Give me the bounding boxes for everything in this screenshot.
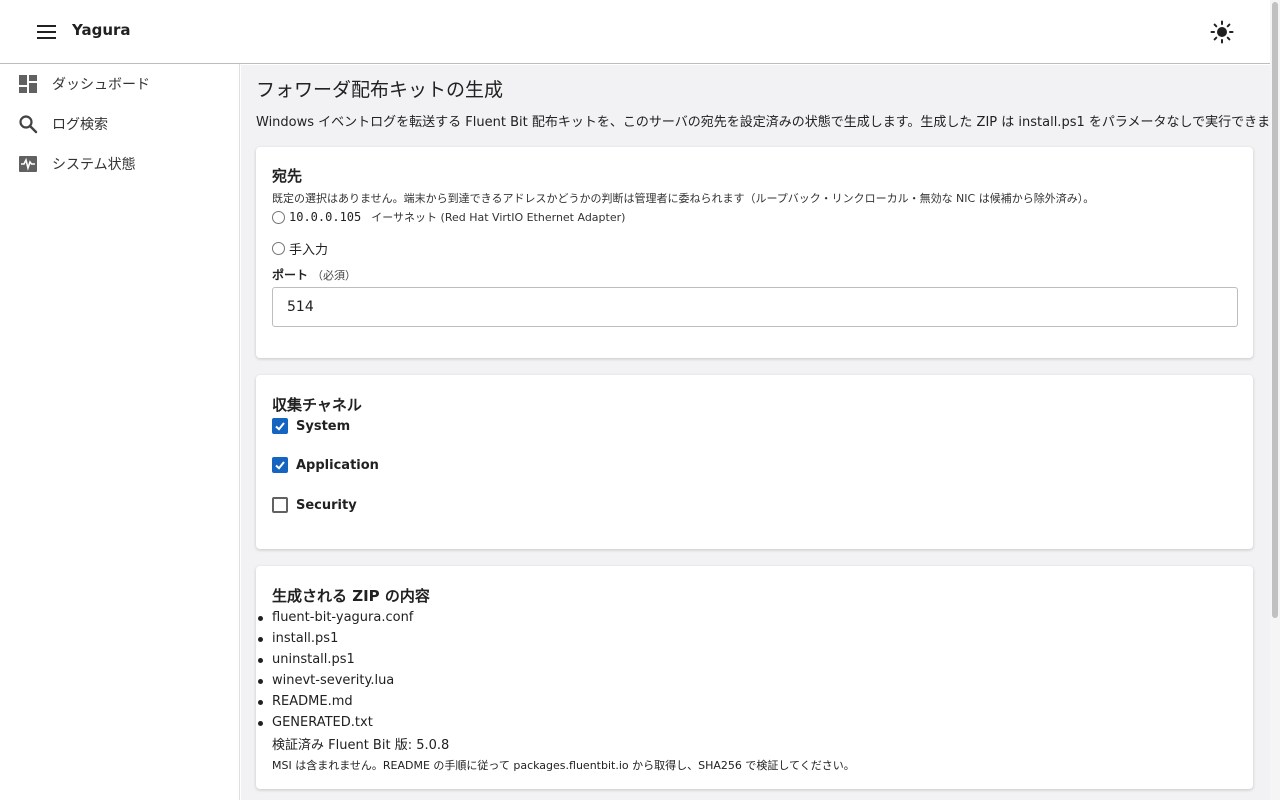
checkbox-unchecked-icon[interactable] (272, 497, 288, 513)
app-title: Yagura (72, 21, 131, 39)
channels-title: 収集チャネル (272, 396, 362, 414)
port-label-text: ポート (272, 268, 309, 282)
destination-card: 宛先 既定の選択はありません。端末から到達できるアドレスかどうかの判断は管理者に… (256, 147, 1253, 358)
list-item: winevt-severity.lua (257, 670, 413, 691)
channel-security-checkbox[interactable]: Security (272, 497, 357, 513)
destination-radio[interactable] (272, 210, 285, 224)
menu-button[interactable] (34, 19, 60, 45)
menu-icon (37, 25, 56, 39)
sidebar-item-label: ダッシュボード (52, 77, 150, 93)
scrollbar-thumb[interactable] (1272, 2, 1278, 618)
channels-card: 収集チャネル System Application Security (256, 375, 1253, 549)
checkbox-checked-icon[interactable] (272, 457, 288, 473)
sidebar-item-system-status[interactable]: システム状態 (0, 144, 240, 184)
main-content: フォワーダ配布キットの生成 Windows イベントログを転送する Fluent… (241, 65, 1280, 800)
list-item: GENERATED.txt (257, 712, 413, 733)
list-item: install.ps1 (257, 628, 413, 649)
sun-icon (1210, 20, 1234, 44)
zip-contents-card: 生成される ZIP の内容 fluent-bit-yagura.conf ins… (256, 566, 1253, 789)
msi-note: MSI は含まれません。README の手順に従って packages.flue… (272, 759, 855, 772)
port-required-label: （必須） (312, 269, 357, 282)
sidebar-item-label: システム状態 (52, 157, 136, 173)
page-title: フォワーダ配布キットの生成 (256, 79, 504, 101)
destination-note: 既定の選択はありません。端末から到達できるアドレスかどうかの判断は管理者に委ねら… (272, 192, 1095, 205)
destination-option[interactable]: 10.0.0.105 イーサネット (Red Hat VirtIO Ethern… (272, 209, 625, 225)
dashboard-icon (19, 75, 37, 93)
destination-adapter: イーサネット (Red Hat VirtIO Ethernet Adapter) (371, 211, 626, 224)
app-bar: Yagura (0, 0, 1270, 64)
scrollbar[interactable] (1270, 0, 1280, 800)
channel-label: System (296, 418, 351, 434)
monitor-heart-icon (19, 156, 37, 172)
channel-label: Security (296, 497, 357, 513)
channel-label: Application (296, 457, 379, 473)
search-icon (19, 115, 38, 134)
port-input[interactable]: 514 (272, 287, 1238, 327)
sidebar-item-dashboard[interactable]: ダッシュボード (0, 64, 240, 104)
sidebar-item-log-search[interactable]: ログ検索 (0, 104, 240, 144)
destination-title: 宛先 (272, 167, 303, 185)
channel-application-checkbox[interactable]: Application (272, 457, 379, 473)
sidebar: ダッシュボード ログ検索 システム状態 (0, 64, 240, 800)
manual-entry-option[interactable]: 手入力 (272, 239, 328, 258)
zip-file-list: fluent-bit-yagura.conf install.ps1 unins… (257, 607, 413, 733)
manual-entry-radio[interactable] (272, 242, 285, 255)
page-description: Windows イベントログを転送する Fluent Bit 配布キットを、この… (256, 115, 1280, 130)
checkbox-checked-icon[interactable] (272, 418, 288, 434)
manual-entry-label: 手入力 (289, 243, 329, 258)
list-item: fluent-bit-yagura.conf (257, 607, 413, 628)
port-label: ポート （必須） (272, 266, 356, 283)
list-item: README.md (257, 691, 413, 712)
verified-version: 検証済み Fluent Bit 版: 5.0.8 (272, 738, 450, 753)
theme-toggle-button[interactable] (1206, 16, 1238, 48)
sidebar-item-label: ログ検索 (52, 117, 108, 133)
channel-system-checkbox[interactable]: System (272, 418, 350, 434)
destination-address: 10.0.0.105 (289, 210, 362, 224)
list-item: uninstall.ps1 (257, 649, 413, 670)
zip-contents-title: 生成される ZIP の内容 (272, 587, 430, 605)
